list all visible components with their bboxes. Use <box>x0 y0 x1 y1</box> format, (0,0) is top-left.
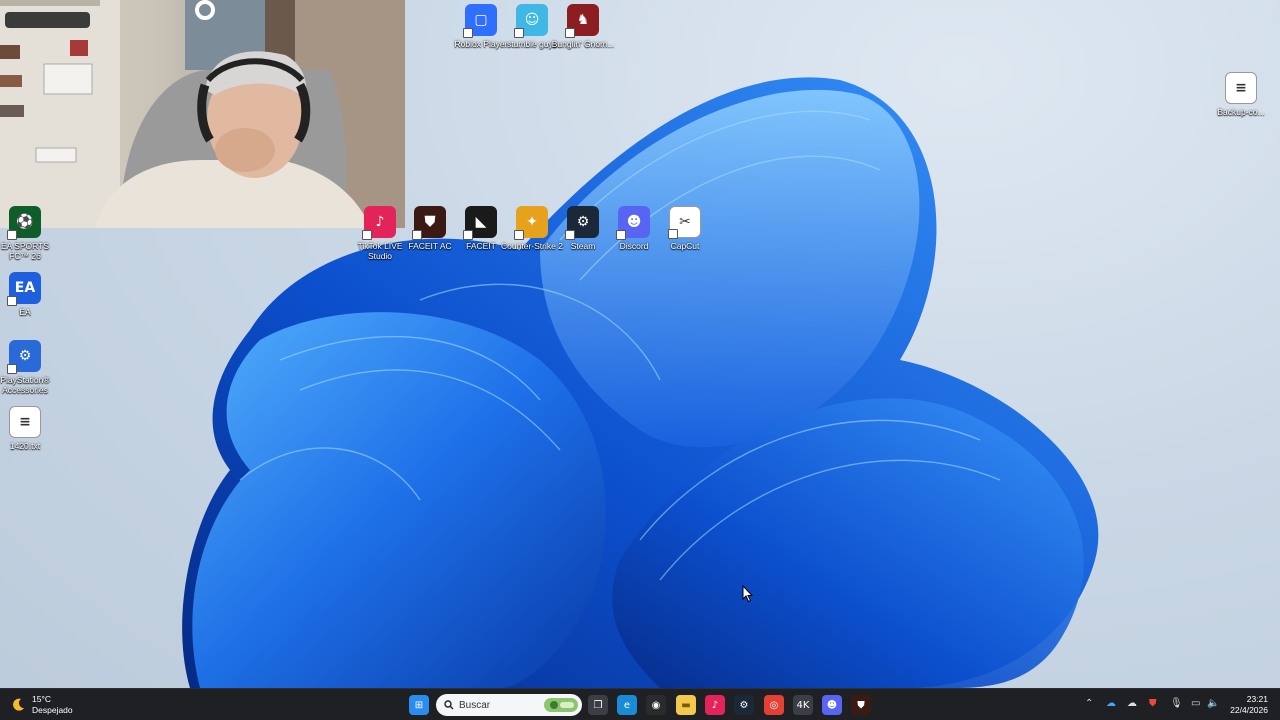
search-icon <box>444 700 454 710</box>
clock[interactable]: 23:21 22/4/2026 <box>1230 694 1268 716</box>
ea-icon: EA <box>7 272 41 306</box>
roblox-icon: ▢ <box>463 4 497 38</box>
desktop-shortcut-ea[interactable]: EA EA <box>0 272 53 317</box>
text-file-icon: ≡ <box>9 406 41 438</box>
task-view-icon: ❐ <box>593 699 603 711</box>
search-placeholder: Buscar <box>459 699 491 711</box>
cloud-icon[interactable]: ☁ <box>1127 698 1137 709</box>
taskbar-task-view-button[interactable]: ❐ <box>588 695 608 715</box>
desktop-shortcut-text-file[interactable]: ≡ 1420.txt <box>0 406 53 451</box>
4k-icon: 4K <box>796 699 810 711</box>
desktop-shortcut-label: Backup-co... <box>1217 107 1265 117</box>
desktop-shortcut-playstation-accessories[interactable]: ⚙ PlayStation® Accessories <box>0 340 53 395</box>
faceit-ac-icon: ⛊ <box>412 206 446 240</box>
onedrive-icon[interactable]: ☁ <box>1106 698 1116 709</box>
taskbar: 15°C Despejado Buscar ⊞ ❐ e ◉ ▬ ♪ ⚙ ◎ 4K ☻ ⛊ ⌃ ☁ ☁ ⛊ 🎙… <box>0 688 1280 720</box>
weather-temperature: 15°C <box>32 694 51 704</box>
taskbar-start-button-button[interactable]: ⊞ <box>409 695 429 715</box>
desktop-shortcut-label: Bunglin' Gnom... <box>551 39 615 49</box>
taskbar-tiktok-live-button[interactable]: ♪ <box>705 695 725 715</box>
text-file-icon: ≡ <box>1225 72 1257 104</box>
tiktok-live-icon: ♪ <box>711 699 719 711</box>
faceit-ac-icon: ⛊ <box>857 699 865 711</box>
microphone-icon[interactable]: 🎙 <box>1170 698 1183 709</box>
desktop-shortcut-label: CapCut <box>670 241 700 251</box>
desktop-shortcut-label: 1420.txt <box>9 441 41 451</box>
steam-icon: ⚙ <box>565 206 599 240</box>
taskbar-chrome-button[interactable]: ◎ <box>764 695 784 715</box>
display-icon[interactable]: ▭ <box>1191 698 1200 709</box>
playstation-accessories-icon: ⚙ <box>7 340 41 374</box>
desktop-shortcut-tiktok-live[interactable]: ♪ TikTok LIVE Studio <box>352 206 408 261</box>
mouse-cursor-icon <box>742 585 754 603</box>
taskbar-file-explorer-button[interactable]: ▬ <box>676 695 696 715</box>
gnome-game-icon: ♞ <box>565 4 599 38</box>
desktop-shortcut-gnome-game[interactable]: ♞ Bunglin' Gnom... <box>552 4 614 49</box>
desktop-shortcut-ea-sports-fc[interactable]: ⚽ EA SPORTS FC™ 26 <box>0 206 53 261</box>
discord-icon: ☻ <box>826 699 838 711</box>
search-highlight-icon <box>544 698 578 712</box>
tiktok-live-icon: ♪ <box>362 206 396 240</box>
desktop-shortcut-label: EA <box>19 307 31 317</box>
edge-icon: e <box>623 699 631 711</box>
chrome-icon: ◎ <box>769 699 779 711</box>
desktop-shortcut-label: PlayStation® Accessories <box>0 375 50 395</box>
chevron-up-icon[interactable]: ⌃ <box>1085 698 1093 709</box>
taskbar-4k-video-button[interactable]: 4K <box>793 695 813 715</box>
webcam-overlay <box>0 0 405 228</box>
obs-icon: ◉ <box>651 699 661 711</box>
capcut-icon: ✂ <box>668 206 701 239</box>
taskbar-obs-button[interactable]: ◉ <box>646 695 666 715</box>
weather-condition: Despejado <box>32 705 73 715</box>
search-box[interactable]: Buscar <box>436 694 582 716</box>
webcam-feed-image <box>0 0 405 228</box>
folder-icon: ▬ <box>681 699 691 711</box>
discord-icon: ☻ <box>616 206 650 240</box>
taskbar-faceit-ac-button[interactable]: ⛊ <box>851 695 871 715</box>
moon-weather-icon <box>13 698 24 711</box>
clock-time: 23:21 <box>1246 694 1268 704</box>
desktop-shortcut-label: EA SPORTS FC™ 26 <box>0 241 50 261</box>
clock-date: 22/4/2026 <box>1230 705 1268 715</box>
faceit-ac-icon[interactable]: ⛊ <box>1149 698 1157 709</box>
stumble-guys-icon: ☺ <box>514 4 548 38</box>
taskbar-steam-button[interactable]: ⚙ <box>734 695 754 715</box>
taskbar-discord-button[interactable]: ☻ <box>822 695 842 715</box>
counter-strike-icon: ✦ <box>514 206 548 240</box>
taskbar-edge-button[interactable]: e <box>617 695 637 715</box>
windows-logo-icon: ⊞ <box>414 699 424 711</box>
ea-sports-fc-icon: ⚽ <box>7 206 41 240</box>
desktop-shortcut-capcut[interactable]: ✂ CapCut <box>657 206 713 251</box>
steam-icon: ⚙ <box>739 699 749 711</box>
weather-widget[interactable]: 15°C Despejado <box>10 694 73 716</box>
speaker-icon[interactable]: 🔈 <box>1207 698 1219 709</box>
desktop-shortcut-text-file[interactable]: ≡ Backup-co... <box>1213 72 1269 117</box>
faceit-icon: ◣ <box>463 206 497 240</box>
